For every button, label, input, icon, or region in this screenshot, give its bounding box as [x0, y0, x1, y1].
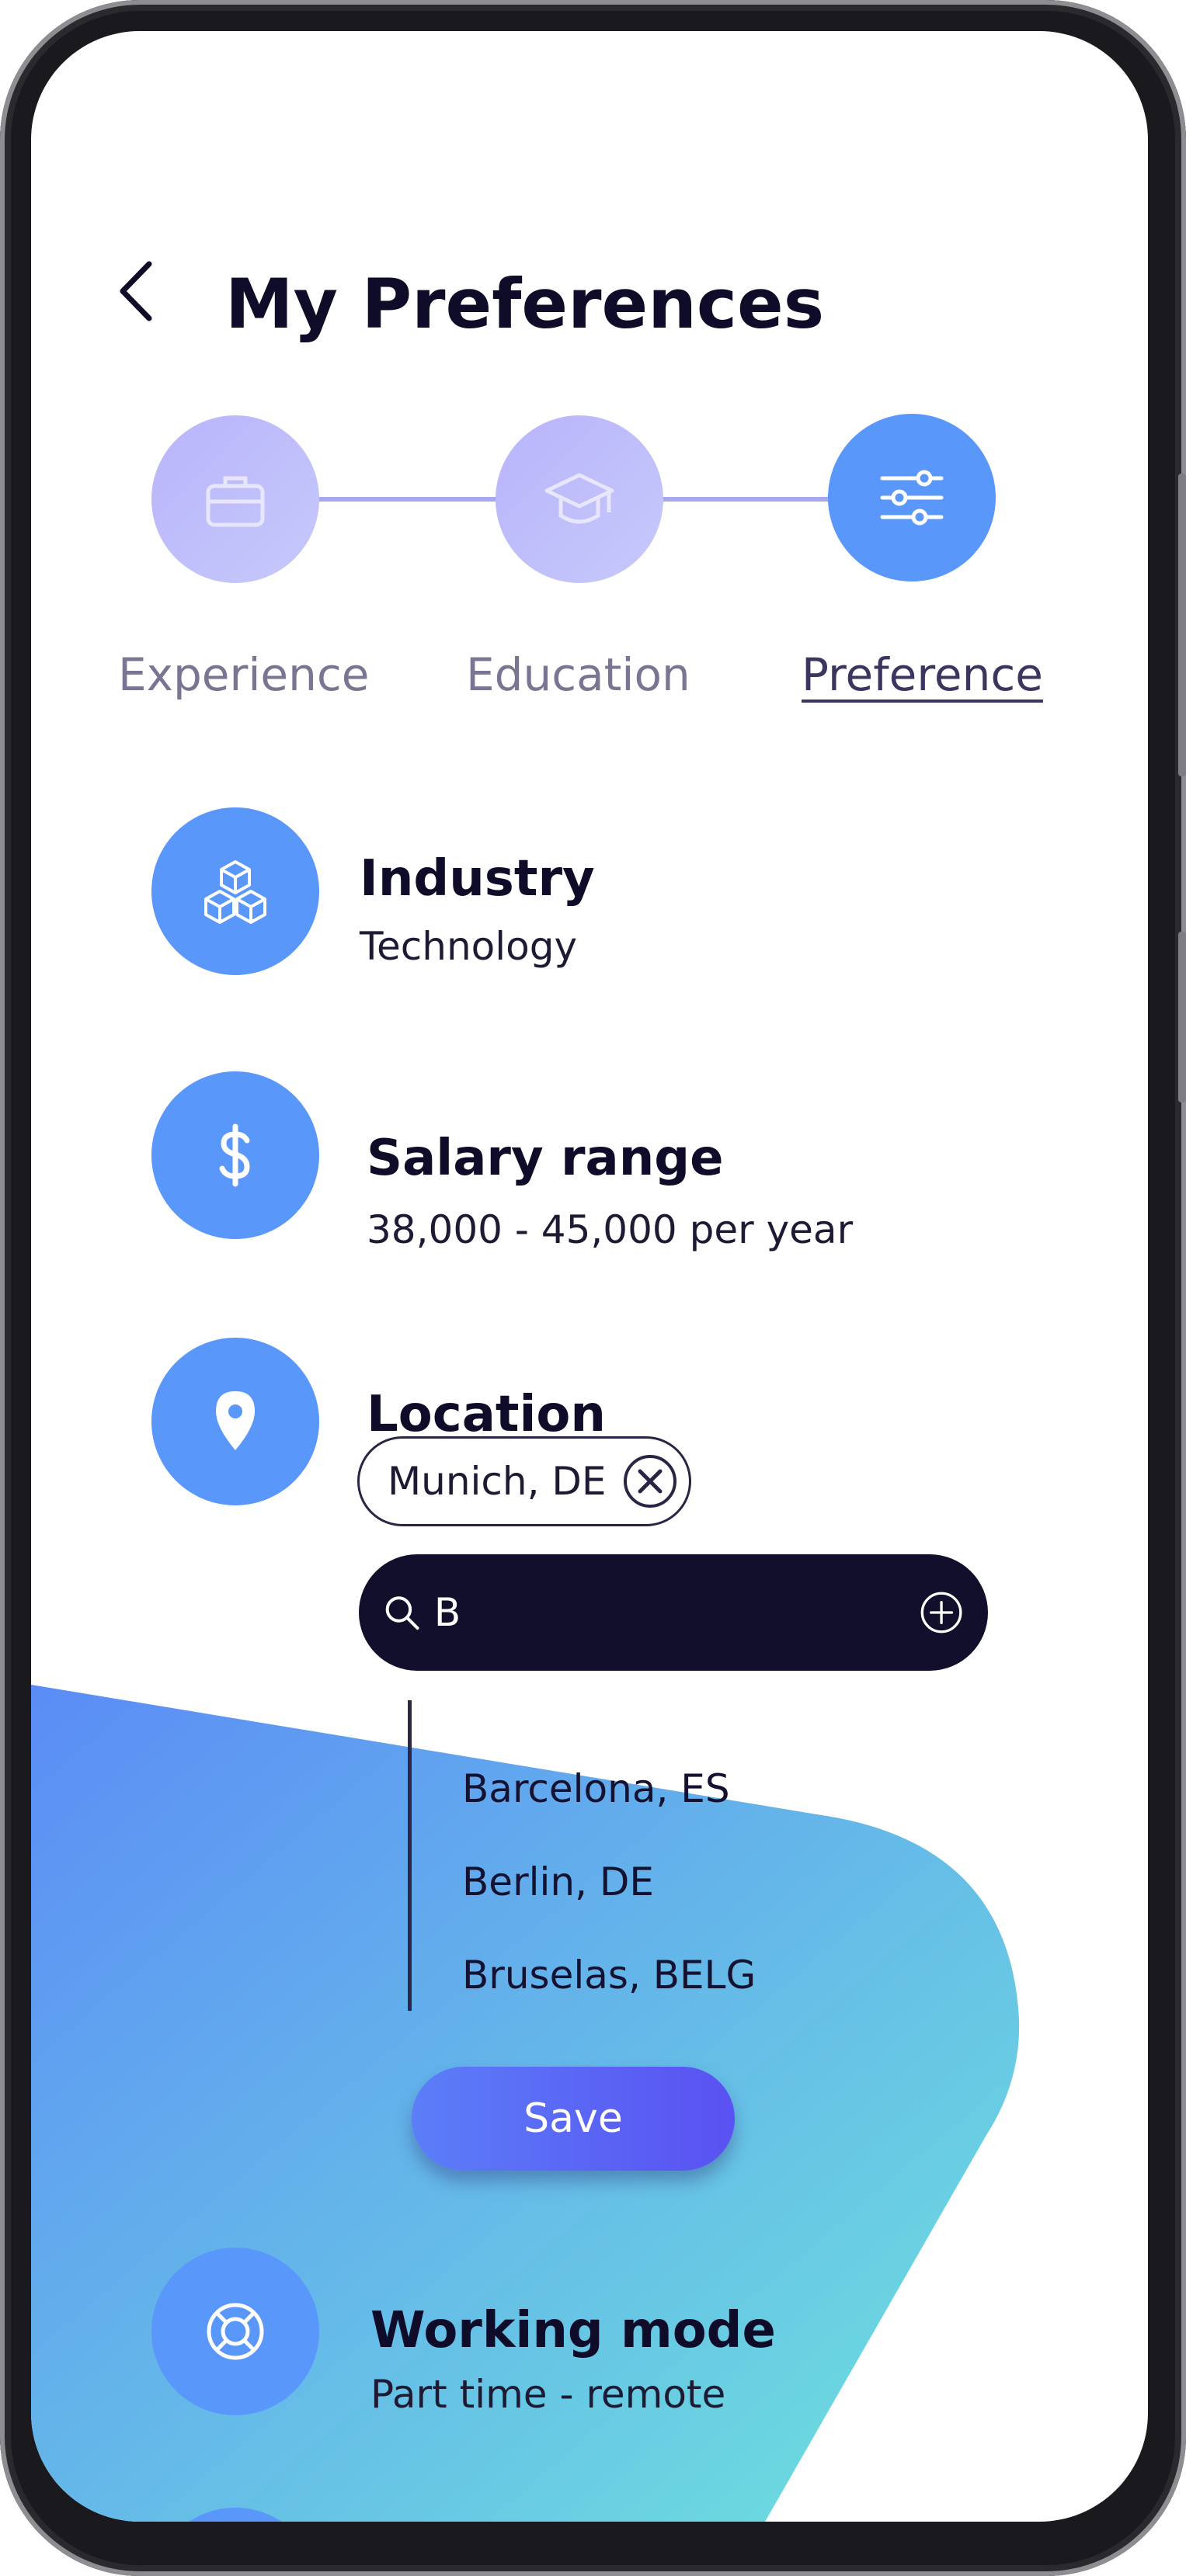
working-mode-value[interactable]: Part time - remote	[370, 2372, 725, 2417]
step-label-experience[interactable]: Experience	[118, 648, 369, 701]
location-icon-badge[interactable]	[151, 1338, 319, 1505]
add-circle-icon[interactable]	[920, 1580, 963, 1645]
location-search-input[interactable]	[432, 1589, 920, 1636]
step-experience[interactable]	[151, 415, 319, 583]
suggestion-divider	[408, 1700, 412, 2011]
step-preference[interactable]	[828, 414, 996, 582]
location-chip: Munich, DE	[357, 1436, 691, 1526]
page-title: My Preferences	[225, 264, 825, 344]
back-chevron-icon[interactable]	[109, 256, 163, 326]
location-suggestion[interactable]: Bruselas, BELG	[462, 1953, 756, 1998]
industry-value[interactable]: Technology	[360, 924, 577, 969]
location-suggestion[interactable]: Berlin, DE	[462, 1859, 654, 1904]
dollar-icon	[219, 1123, 250, 1187]
cubes-icon	[204, 860, 266, 924]
working-mode-title: Working mode	[370, 2302, 776, 2359]
remove-circle-icon[interactable]	[621, 1453, 679, 1510]
step-label-education[interactable]: Education	[466, 648, 690, 701]
salary-value[interactable]: 38,000 - 45,000 per year	[367, 1207, 853, 1252]
screen: My Preferences Experience Education Pref…	[31, 31, 1148, 2522]
location-chip-label: Munich, DE	[388, 1459, 607, 1504]
industry-icon-badge[interactable]	[151, 807, 319, 975]
search-icon	[385, 1596, 419, 1630]
step-education[interactable]	[496, 415, 663, 583]
working-mode-icon-badge[interactable]	[151, 2248, 319, 2415]
save-button[interactable]: Save	[412, 2067, 735, 2171]
sliders-icon	[880, 470, 944, 526]
step-label-preference[interactable]: Preference	[802, 648, 1043, 701]
salary-title: Salary range	[367, 1130, 724, 1187]
map-pin-icon	[216, 1391, 255, 1450]
power-button	[1178, 932, 1186, 1102]
location-title: Location	[367, 1386, 606, 1443]
location-suggestion[interactable]: Barcelona, ES	[462, 1766, 730, 1811]
salary-icon-badge[interactable]	[151, 1071, 319, 1239]
graduation-cap-icon	[544, 473, 614, 524]
industry-title: Industry	[360, 850, 595, 908]
volume-button	[1178, 474, 1186, 776]
lifebuoy-icon	[207, 2303, 264, 2360]
briefcase-icon	[206, 476, 265, 527]
location-search-bar	[359, 1554, 988, 1671]
